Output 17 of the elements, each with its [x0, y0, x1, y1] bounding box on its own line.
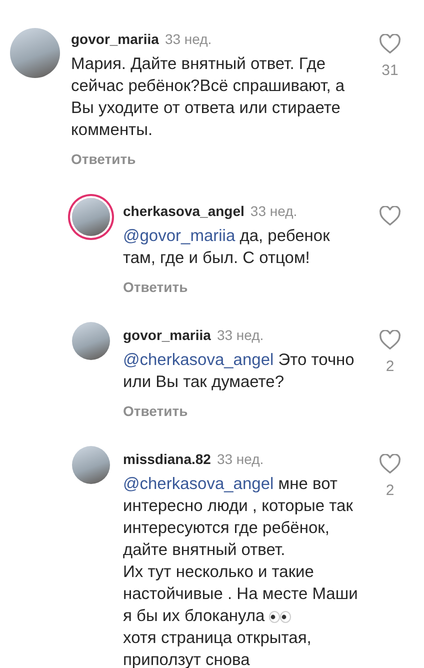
- mention-link[interactable]: @cherkasova_angel: [123, 475, 274, 493]
- like-count: 2: [386, 481, 394, 501]
- timestamp: 33 нед.: [216, 327, 264, 343]
- username[interactable]: cherkasova_angel: [123, 203, 244, 219]
- like-count: 2: [386, 357, 394, 377]
- mention-link[interactable]: @govor_mariia: [123, 227, 236, 245]
- comment-text: @cherkasova_angel Это точно или Вы так думаете?: [123, 350, 356, 393]
- comment-text: @govor_mariia да, ребенок там, где и был. С отцом!: [123, 226, 331, 269]
- timestamp: 33 нед.: [250, 203, 298, 219]
- timestamp: 33 нед.: [216, 451, 264, 467]
- mention-link[interactable]: @cherkasova_angel: [123, 351, 274, 369]
- like-count: 31: [382, 61, 398, 81]
- username[interactable]: govor_mariia: [123, 327, 211, 343]
- username[interactable]: missdiana.82: [123, 451, 211, 467]
- comment-text: Мария. Дайте внятный ответ. Где сейчас ребёнок?Всё спрашивают, а Вы уходите от ответа или стираете комменты.: [71, 54, 346, 141]
- username[interactable]: govor_mariia: [71, 31, 159, 47]
- timestamp: 33 нед.: [164, 31, 212, 47]
